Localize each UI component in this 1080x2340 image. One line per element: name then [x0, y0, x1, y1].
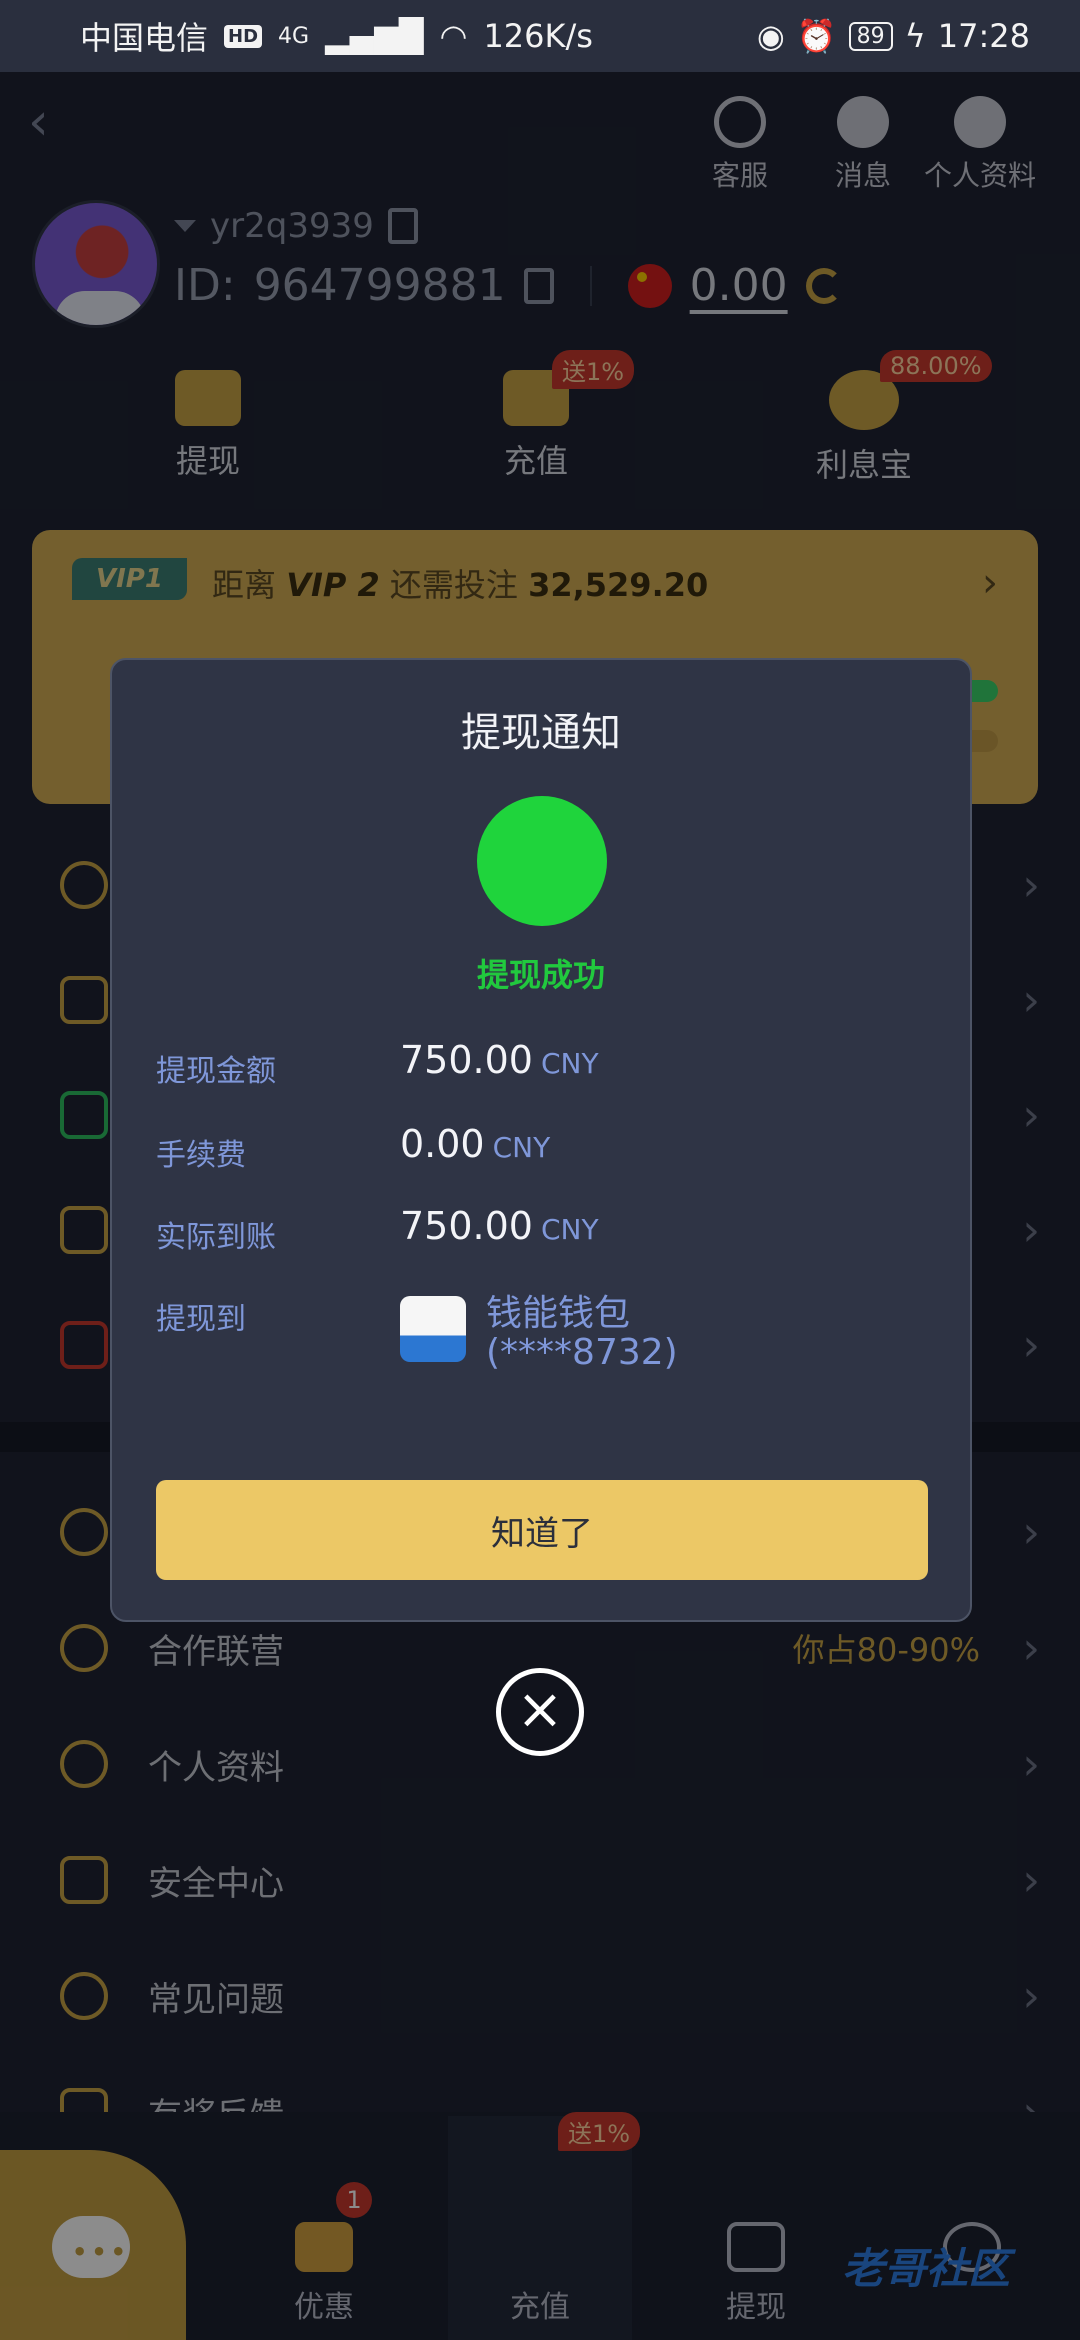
- wallet-name: 钱能钱包: [486, 1293, 631, 1334]
- wallet-app-icon: [400, 1296, 466, 1362]
- withdraw-status: 提现成功: [476, 956, 605, 994]
- dialog-title: 提现通知: [461, 710, 621, 756]
- hd-icon: HD: [224, 24, 263, 48]
- wallet-account: (****8732): [486, 1332, 678, 1373]
- received-label: 实际到账: [156, 1220, 276, 1255]
- success-icon: [477, 796, 607, 926]
- wifi-icon: ◠: [439, 17, 468, 55]
- confirm-button[interactable]: 知道了: [156, 1480, 928, 1580]
- amount-label: 提现金额: [156, 1054, 276, 1089]
- amount-value: 750.00 CNY: [400, 1038, 599, 1082]
- charging-icon: ϟ: [904, 17, 926, 55]
- status-bar: 中国电信 HD 4G ▂▄▆█ ◠ 126K/s ◉ ⏰ 89 ϟ 17:28: [0, 0, 1080, 72]
- signal-bars-icon: ▂▄▆█: [325, 17, 424, 55]
- clock: 17:28: [937, 17, 1030, 55]
- carrier-label: 中国电信: [80, 19, 209, 57]
- fee-value: 0.00 CNY: [400, 1122, 551, 1166]
- withdraw-notification-dialog: 提现通知 提现成功 提现金额 750.00 CNY 手续费 0.00 CNY 实际到…: [110, 658, 972, 1622]
- received-value: 750.00 CNY: [400, 1204, 599, 1248]
- signal-icon: 4G: [278, 23, 310, 49]
- close-icon[interactable]: ×: [496, 1668, 584, 1756]
- battery-icon: 89: [848, 21, 893, 51]
- fee-label: 手续费: [156, 1138, 246, 1173]
- alarm-icon: ⏰: [796, 17, 837, 55]
- destination-label: 提现到: [156, 1302, 246, 1337]
- eye-icon: ◉: [756, 17, 785, 55]
- network-speed: 126K/s: [483, 17, 593, 55]
